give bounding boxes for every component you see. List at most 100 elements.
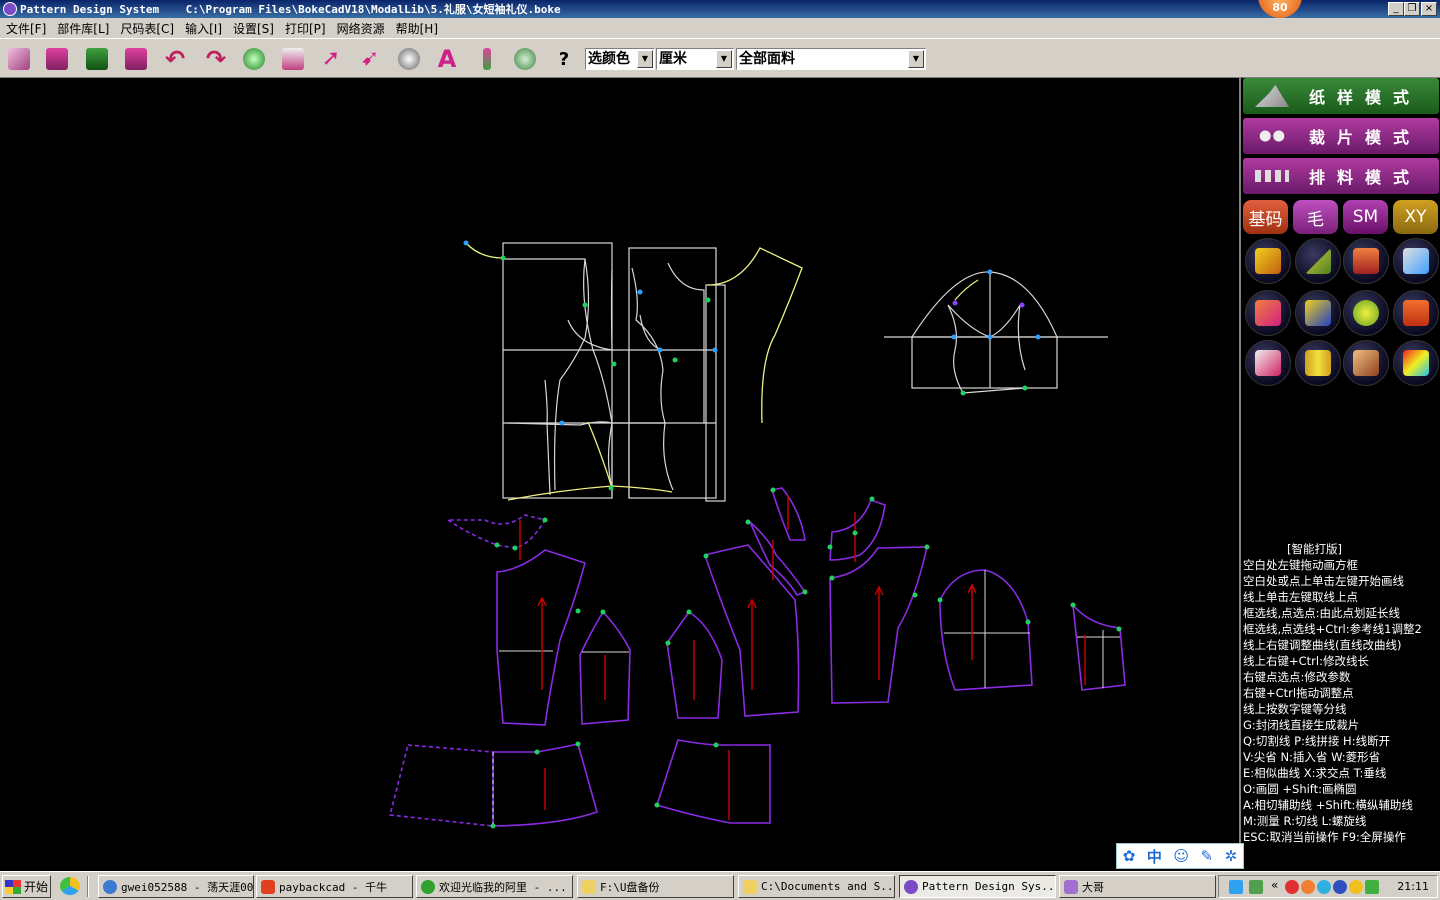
help-line: V:尖省 N:插入省 W:菱形省 bbox=[1243, 750, 1381, 764]
triangle-ruler-icon bbox=[1305, 248, 1331, 274]
save-button[interactable] bbox=[82, 45, 112, 73]
scissors-tool[interactable] bbox=[1393, 238, 1439, 284]
tape-measure-tool[interactable] bbox=[1343, 290, 1389, 336]
qq-icon[interactable] bbox=[1285, 880, 1299, 894]
gear-icon[interactable]: ✲ bbox=[1225, 847, 1238, 865]
tape-icon bbox=[398, 48, 420, 70]
draft-control-points bbox=[463, 240, 718, 491]
quicklaunch-icon[interactable] bbox=[60, 877, 80, 895]
pen-icon[interactable]: ✎ bbox=[1201, 847, 1214, 865]
fabric-roll-icon bbox=[1305, 350, 1331, 376]
fabric-select[interactable]: 全部面料 ▼ bbox=[736, 48, 926, 70]
color-select[interactable]: 选颜色 ▼ bbox=[585, 48, 655, 70]
paw-icon[interactable]: ✿ bbox=[1123, 847, 1136, 865]
select-button[interactable]: ➚ bbox=[316, 45, 346, 73]
help-button[interactable]: ? bbox=[549, 45, 579, 73]
notification-badge[interactable]: 80 bbox=[1258, 0, 1302, 18]
menu-network[interactable]: 网络资源 bbox=[331, 19, 390, 37]
smiley-icon[interactable]: ☺ bbox=[1173, 847, 1189, 865]
update-icon[interactable] bbox=[1317, 880, 1331, 894]
network-icon[interactable] bbox=[1229, 880, 1243, 894]
minimize-button[interactable]: _ bbox=[1388, 2, 1404, 16]
qianniu-icon bbox=[261, 879, 275, 894]
task-browser[interactable]: 欢迎光临我的阿里 - ... bbox=[416, 875, 573, 898]
pattern-drawing[interactable] bbox=[0, 78, 1241, 865]
brush-tool[interactable] bbox=[1295, 290, 1341, 336]
pattern-paper-icon bbox=[1353, 350, 1379, 376]
sewing-machine-icon bbox=[1403, 300, 1429, 326]
cut-edit-tool[interactable] bbox=[1245, 340, 1291, 386]
color-lines-icon bbox=[1403, 350, 1429, 376]
xy-chip[interactable]: XY bbox=[1393, 200, 1438, 234]
new-file-button[interactable] bbox=[4, 45, 34, 73]
menu-file[interactable]: 文件[F] bbox=[0, 19, 51, 37]
marker-mode-button[interactable]: 排料模式 bbox=[1243, 158, 1439, 194]
clock: 21:11 bbox=[1397, 880, 1429, 893]
compass-icon bbox=[1353, 248, 1379, 274]
ie-tray-icon[interactable] bbox=[1333, 880, 1347, 894]
base-size-chip[interactable]: 基码 bbox=[1243, 200, 1288, 234]
task-folder-documents[interactable]: C:\Documents and S... bbox=[738, 875, 895, 898]
app-icon bbox=[904, 879, 918, 894]
help-line: O:画圆 +Shift:画椭圆 bbox=[1243, 782, 1357, 796]
open-file-button[interactable] bbox=[42, 45, 72, 73]
browser-icon bbox=[421, 879, 435, 894]
ruler-button[interactable] bbox=[472, 45, 502, 73]
system-tray: « 21:11 bbox=[1218, 875, 1438, 898]
measure-button[interactable] bbox=[394, 45, 424, 73]
menu-print[interactable]: 打印[P] bbox=[279, 19, 331, 37]
scissors-icon bbox=[1403, 248, 1429, 274]
task-qq-chat[interactable]: gwei052588 - 荡天涯00 bbox=[98, 875, 254, 898]
task-pattern-design[interactable]: Pattern Design Sys... bbox=[899, 875, 1056, 898]
drawing-canvas[interactable] bbox=[0, 78, 1241, 865]
save-icon bbox=[86, 48, 108, 70]
shield-icon[interactable] bbox=[1365, 880, 1379, 894]
delete-button[interactable] bbox=[278, 45, 308, 73]
seam-allowance-chip[interactable]: 毛 bbox=[1293, 200, 1338, 234]
text-button[interactable]: A bbox=[432, 45, 462, 73]
redo-button[interactable]: ↷ bbox=[201, 45, 231, 73]
sm-chip[interactable]: SM bbox=[1343, 200, 1388, 234]
pattern-mode-button[interactable]: 纸样模式 bbox=[1243, 78, 1439, 114]
save-as-button[interactable] bbox=[121, 45, 151, 73]
draft-yellow-lines bbox=[465, 242, 803, 501]
film-reel-icon bbox=[514, 48, 536, 70]
dart-tool[interactable] bbox=[1343, 238, 1389, 284]
menu-parts-library[interactable]: 部件库[L] bbox=[51, 19, 114, 37]
scissors-icon bbox=[1255, 125, 1289, 147]
color-line-tool[interactable] bbox=[1393, 340, 1439, 386]
zoom-button[interactable] bbox=[239, 45, 269, 73]
ime-chinese-toggle[interactable]: 中 bbox=[1147, 846, 1162, 867]
sewing-machine-tool[interactable] bbox=[1393, 290, 1439, 336]
restore-button[interactable]: ❐ bbox=[1404, 2, 1420, 16]
select-point-button[interactable]: ➹ bbox=[355, 45, 385, 73]
undo-button[interactable]: ↶ bbox=[160, 45, 190, 73]
menu-settings[interactable]: 设置[S] bbox=[227, 19, 279, 37]
close-button[interactable]: × bbox=[1421, 2, 1437, 16]
pattern-paper-tool[interactable] bbox=[1343, 340, 1389, 386]
task-qianniu[interactable]: paybackcad - 千牛 bbox=[256, 875, 413, 898]
task-dage[interactable]: 大哥 bbox=[1059, 875, 1216, 898]
menu-help[interactable]: 帮助[H] bbox=[390, 19, 443, 37]
folder-open-icon bbox=[46, 48, 68, 70]
task-label: gwei052588 - 荡天涯00 bbox=[121, 880, 254, 894]
menu-size-table[interactable]: 尺码表[C] bbox=[114, 19, 179, 37]
film-button[interactable] bbox=[510, 45, 540, 73]
piece-tool[interactable] bbox=[1245, 290, 1291, 336]
smiley-tray-icon[interactable] bbox=[1349, 880, 1363, 894]
tray-expand-icon[interactable]: « bbox=[1271, 878, 1278, 892]
task-folder-usb[interactable]: F:\U盘备份 bbox=[577, 875, 734, 898]
fabric-roll-tool[interactable] bbox=[1295, 340, 1341, 386]
help-line: 线上右键+Ctrl:修改线长 bbox=[1243, 654, 1369, 668]
paper-piece-icon bbox=[1255, 300, 1281, 326]
cut-piece-mode-button[interactable]: 裁片模式 bbox=[1243, 118, 1439, 154]
unit-select[interactable]: 厘米 ▼ bbox=[656, 48, 734, 70]
skirt-back-half bbox=[388, 744, 494, 827]
battery-icon[interactable] bbox=[1249, 880, 1263, 894]
fox-icon[interactable] bbox=[1301, 880, 1315, 894]
start-button[interactable]: 开始 bbox=[2, 875, 51, 898]
triangle-ruler-tool[interactable] bbox=[1295, 238, 1341, 284]
pencil-tool[interactable] bbox=[1245, 238, 1291, 284]
menu-input[interactable]: 输入[I] bbox=[179, 19, 227, 37]
help-line: 空白处左键拖动画方框 bbox=[1243, 558, 1358, 572]
